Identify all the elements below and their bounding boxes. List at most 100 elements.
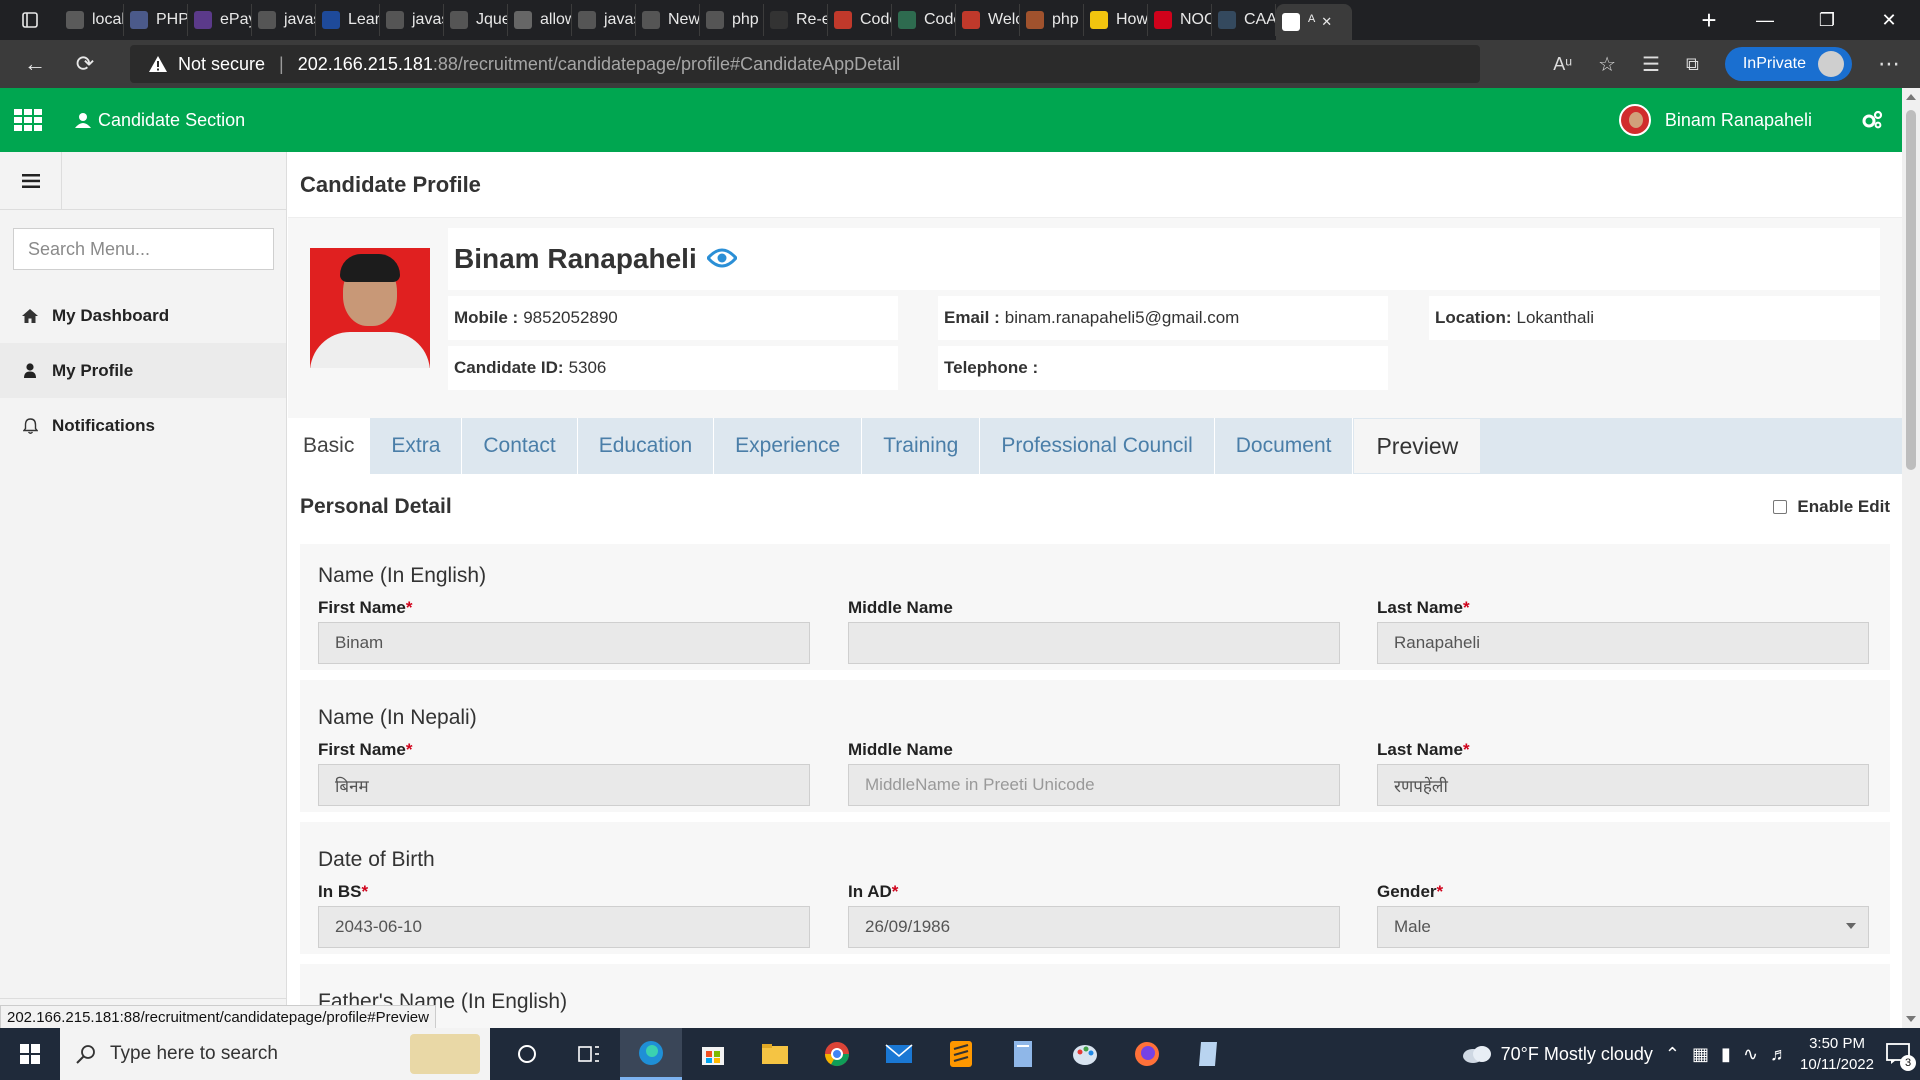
first-name-np-field[interactable]: बिनम xyxy=(318,764,810,806)
last-name-en-field[interactable]: Ranapaheli xyxy=(1377,622,1869,664)
tab-label: local xyxy=(92,11,124,28)
tab-experience[interactable]: Experience xyxy=(714,418,863,474)
first-name-en-field[interactable]: Binam xyxy=(318,622,810,664)
section-title: Personal Detail xyxy=(300,495,452,518)
cortana-icon[interactable] xyxy=(496,1028,558,1080)
page-scrollbar[interactable] xyxy=(1902,88,1920,1028)
browser-tab[interactable]: php xyxy=(1020,4,1084,36)
mail-icon[interactable] xyxy=(868,1028,930,1080)
enable-edit-toggle[interactable]: Enable Edit xyxy=(1773,497,1890,517)
eye-icon[interactable] xyxy=(705,243,738,275)
tab-actions-button[interactable] xyxy=(0,0,60,40)
search-menu-input[interactable] xyxy=(13,228,274,270)
browser-tab[interactable]: javas xyxy=(572,4,636,36)
chevron-up-icon[interactable]: ⌃ xyxy=(1665,1044,1680,1065)
enable-edit-checkbox[interactable] xyxy=(1773,500,1788,514)
new-tab-button[interactable]: + xyxy=(1684,5,1734,36)
middle-name-en-field[interactable] xyxy=(848,622,1340,664)
file-explorer-icon[interactable] xyxy=(744,1028,806,1080)
browser-tab[interactable]: ᴬ ✕ xyxy=(1276,4,1352,40)
read-aloud-icon[interactable]: Aᵘ xyxy=(1553,54,1572,75)
tab-extra[interactable]: Extra xyxy=(370,418,463,474)
tab-favicon-icon xyxy=(642,11,660,29)
notification-center-button[interactable]: 3 xyxy=(1886,1043,1916,1071)
tab-document[interactable]: Document xyxy=(1215,418,1354,474)
dob-bs-field[interactable]: 2043-06-10 xyxy=(318,906,810,948)
tab-basic[interactable]: Basic xyxy=(288,418,371,474)
app-title[interactable]: Candidate Section xyxy=(74,110,245,131)
clock-date: 10/11/2022 xyxy=(1800,1056,1874,1073)
browser-tab[interactable]: Learr xyxy=(316,4,380,36)
browser-tab[interactable]: Welc xyxy=(956,4,1020,36)
url-field[interactable]: Not secure | 202.166.215.181 :88/recruit… xyxy=(130,45,1480,83)
collections-icon[interactable]: ⧉ xyxy=(1686,54,1699,75)
browser-tab[interactable]: ePay xyxy=(188,4,252,36)
browser-tab[interactable]: local xyxy=(60,4,124,36)
browser-tab[interactable]: CAA xyxy=(1212,4,1276,36)
volume-icon[interactable]: ♬ xyxy=(1770,1044,1788,1065)
browser-tab[interactable]: php xyxy=(700,4,764,36)
task-view-icon[interactable] xyxy=(558,1028,620,1080)
browser-tab[interactable]: PHP: xyxy=(124,4,188,36)
scrollbar-thumb[interactable] xyxy=(1906,110,1916,470)
more-menu-icon[interactable]: ⋯ xyxy=(1878,51,1900,77)
apps-grid-button[interactable] xyxy=(0,88,56,152)
close-tab-icon[interactable]: ✕ xyxy=(1321,14,1332,30)
scroll-down-icon[interactable] xyxy=(1906,1016,1916,1022)
firefox-icon[interactable] xyxy=(1116,1028,1178,1080)
paint-icon[interactable] xyxy=(1054,1028,1116,1080)
browser-tab[interactable]: Jquer xyxy=(444,4,508,36)
notes-app-icon[interactable] xyxy=(992,1028,1054,1080)
device-icon[interactable]: ▦ xyxy=(1692,1044,1709,1065)
browser-tab[interactable]: Code xyxy=(892,4,956,36)
wifi-icon[interactable]: ∿ xyxy=(1743,1044,1758,1065)
inprivate-button[interactable]: InPrivate xyxy=(1724,47,1852,81)
sidebar-item-my-profile[interactable]: My Profile xyxy=(0,343,286,398)
middle-name-np-field[interactable]: MiddleName in Preeti Unicode xyxy=(848,764,1340,806)
refresh-button[interactable]: ⟳ xyxy=(60,40,110,88)
browser-tab[interactable]: javas xyxy=(380,4,444,36)
taskbar-apps xyxy=(496,1028,1240,1080)
close-window-button[interactable]: ✕ xyxy=(1858,0,1920,40)
favorites-icon[interactable]: ☰ xyxy=(1642,52,1660,77)
browser-tab[interactable]: allow xyxy=(508,4,572,36)
tab-education[interactable]: Education xyxy=(578,418,715,474)
browser-tab[interactable]: How xyxy=(1084,4,1148,36)
edge-icon[interactable] xyxy=(620,1028,682,1080)
sidebar-toggle-button[interactable] xyxy=(0,152,62,210)
browser-tab[interactable]: Code xyxy=(828,4,892,36)
header-user-menu[interactable]: Binam Ranapaheli xyxy=(1618,104,1812,136)
battery-icon[interactable]: ▮ xyxy=(1721,1044,1731,1065)
tab-favicon-icon xyxy=(834,11,852,29)
chrome-icon[interactable] xyxy=(806,1028,868,1080)
tab-contact[interactable]: Contact xyxy=(462,418,578,474)
browser-tab[interactable]: NOC xyxy=(1148,4,1212,36)
weather-widget[interactable]: 70°F Mostly cloudy xyxy=(1461,1043,1653,1065)
minimize-button[interactable]: — xyxy=(1734,0,1796,40)
notepad-icon[interactable] xyxy=(1178,1028,1240,1080)
browser-tab[interactable]: javas xyxy=(252,4,316,36)
tab-training[interactable]: Training xyxy=(862,418,981,474)
taskbar-clock[interactable]: 3:50 PM 10/11/2022 xyxy=(1800,1033,1874,1075)
label-gender: Gender* xyxy=(1377,882,1444,901)
last-name-np-field[interactable]: रणपहेंली xyxy=(1377,764,1869,806)
store-icon[interactable] xyxy=(682,1028,744,1080)
dob-ad-field[interactable]: 26/09/1986 xyxy=(848,906,1340,948)
scroll-up-icon[interactable] xyxy=(1906,94,1916,100)
taskbar-search[interactable]: Type here to search xyxy=(60,1028,490,1080)
tab-preview[interactable]: Preview xyxy=(1353,418,1482,474)
start-button[interactable] xyxy=(0,1028,60,1080)
back-button[interactable]: ← xyxy=(10,40,60,88)
gender-select[interactable]: Male xyxy=(1377,906,1869,948)
cogs-icon xyxy=(1862,110,1883,129)
favorite-star-icon[interactable]: ☆ xyxy=(1598,52,1616,77)
browser-tab[interactable]: New xyxy=(636,4,700,36)
settings-button[interactable] xyxy=(1852,110,1892,130)
sublime-text-icon[interactable] xyxy=(930,1028,992,1080)
sidebar-item-dashboard[interactable]: My Dashboard xyxy=(0,288,286,343)
tab-professional-council[interactable]: Professional Council xyxy=(980,418,1215,474)
sidebar-item-notifications[interactable]: Notifications xyxy=(0,398,286,453)
restore-button[interactable]: ❐ xyxy=(1796,0,1858,40)
security-indicator[interactable]: Not secure xyxy=(148,54,265,75)
browser-tab[interactable]: Re-er xyxy=(764,4,828,36)
